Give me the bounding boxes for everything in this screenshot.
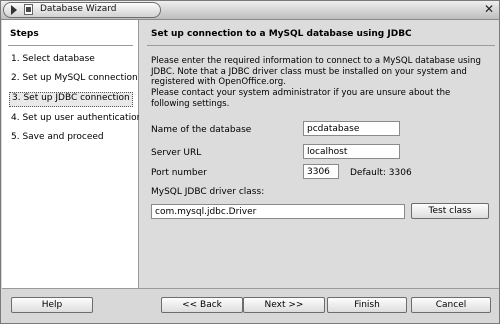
database-wizard-window: Database Wizard ✕ Steps 1. Select databa… bbox=[0, 0, 500, 324]
cancel-button[interactable]: Cancel bbox=[411, 297, 491, 313]
port-default-hint: Default: 3306 bbox=[350, 168, 412, 178]
step-set-up-user-authentication[interactable]: 4. Set up user authentication bbox=[9, 112, 144, 125]
step-set-up-mysql-connection[interactable]: 2. Set up MySQL connection bbox=[9, 72, 140, 85]
port-number-field[interactable] bbox=[303, 164, 339, 179]
page-title: Set up connection to a MySQL database us… bbox=[151, 29, 412, 39]
contact-admin-text: Please contact your system administrator… bbox=[151, 88, 451, 109]
step-set-up-jdbc-connection[interactable]: 3. Set up JDBC connection bbox=[9, 92, 133, 107]
port-number-label: Port number bbox=[151, 168, 207, 178]
window-title-pill[interactable]: Database Wizard bbox=[3, 2, 161, 18]
test-class-button[interactable]: Test class bbox=[411, 203, 489, 219]
steps-divider bbox=[8, 45, 133, 46]
window-title: Database Wizard bbox=[40, 4, 117, 14]
step-select-database[interactable]: 1. Select database bbox=[9, 53, 97, 66]
step-save-and-proceed[interactable]: 5. Save and proceed bbox=[9, 131, 106, 144]
wizard-footer: Help << Back Next >> Finish Cancel bbox=[2, 289, 499, 323]
db-name-label: Name of the database bbox=[151, 125, 252, 135]
next-button[interactable]: Next >> bbox=[243, 297, 325, 313]
window-menu-arrow-icon[interactable] bbox=[11, 5, 17, 15]
intro-text: Please enter the required information to… bbox=[151, 56, 481, 88]
db-name-field[interactable] bbox=[303, 121, 400, 136]
database-icon bbox=[24, 4, 33, 15]
finish-button[interactable]: Finish bbox=[327, 297, 407, 313]
steps-sidebar: Steps 1. Select database 2. Set up MySQL… bbox=[2, 20, 142, 288]
steps-heading: Steps bbox=[10, 29, 39, 39]
close-icon[interactable]: ✕ bbox=[483, 3, 495, 15]
server-url-label: Server URL bbox=[151, 148, 202, 158]
main-panel: Set up connection to a MySQL database us… bbox=[139, 20, 499, 288]
server-url-field[interactable] bbox=[303, 144, 400, 159]
back-button[interactable]: << Back bbox=[161, 297, 243, 313]
help-button[interactable]: Help bbox=[11, 297, 93, 313]
driver-class-field[interactable] bbox=[151, 204, 405, 219]
title-bar[interactable]: Database Wizard ✕ bbox=[1, 1, 499, 20]
title-divider bbox=[147, 45, 495, 46]
driver-class-label: MySQL JDBC driver class: bbox=[151, 187, 265, 197]
